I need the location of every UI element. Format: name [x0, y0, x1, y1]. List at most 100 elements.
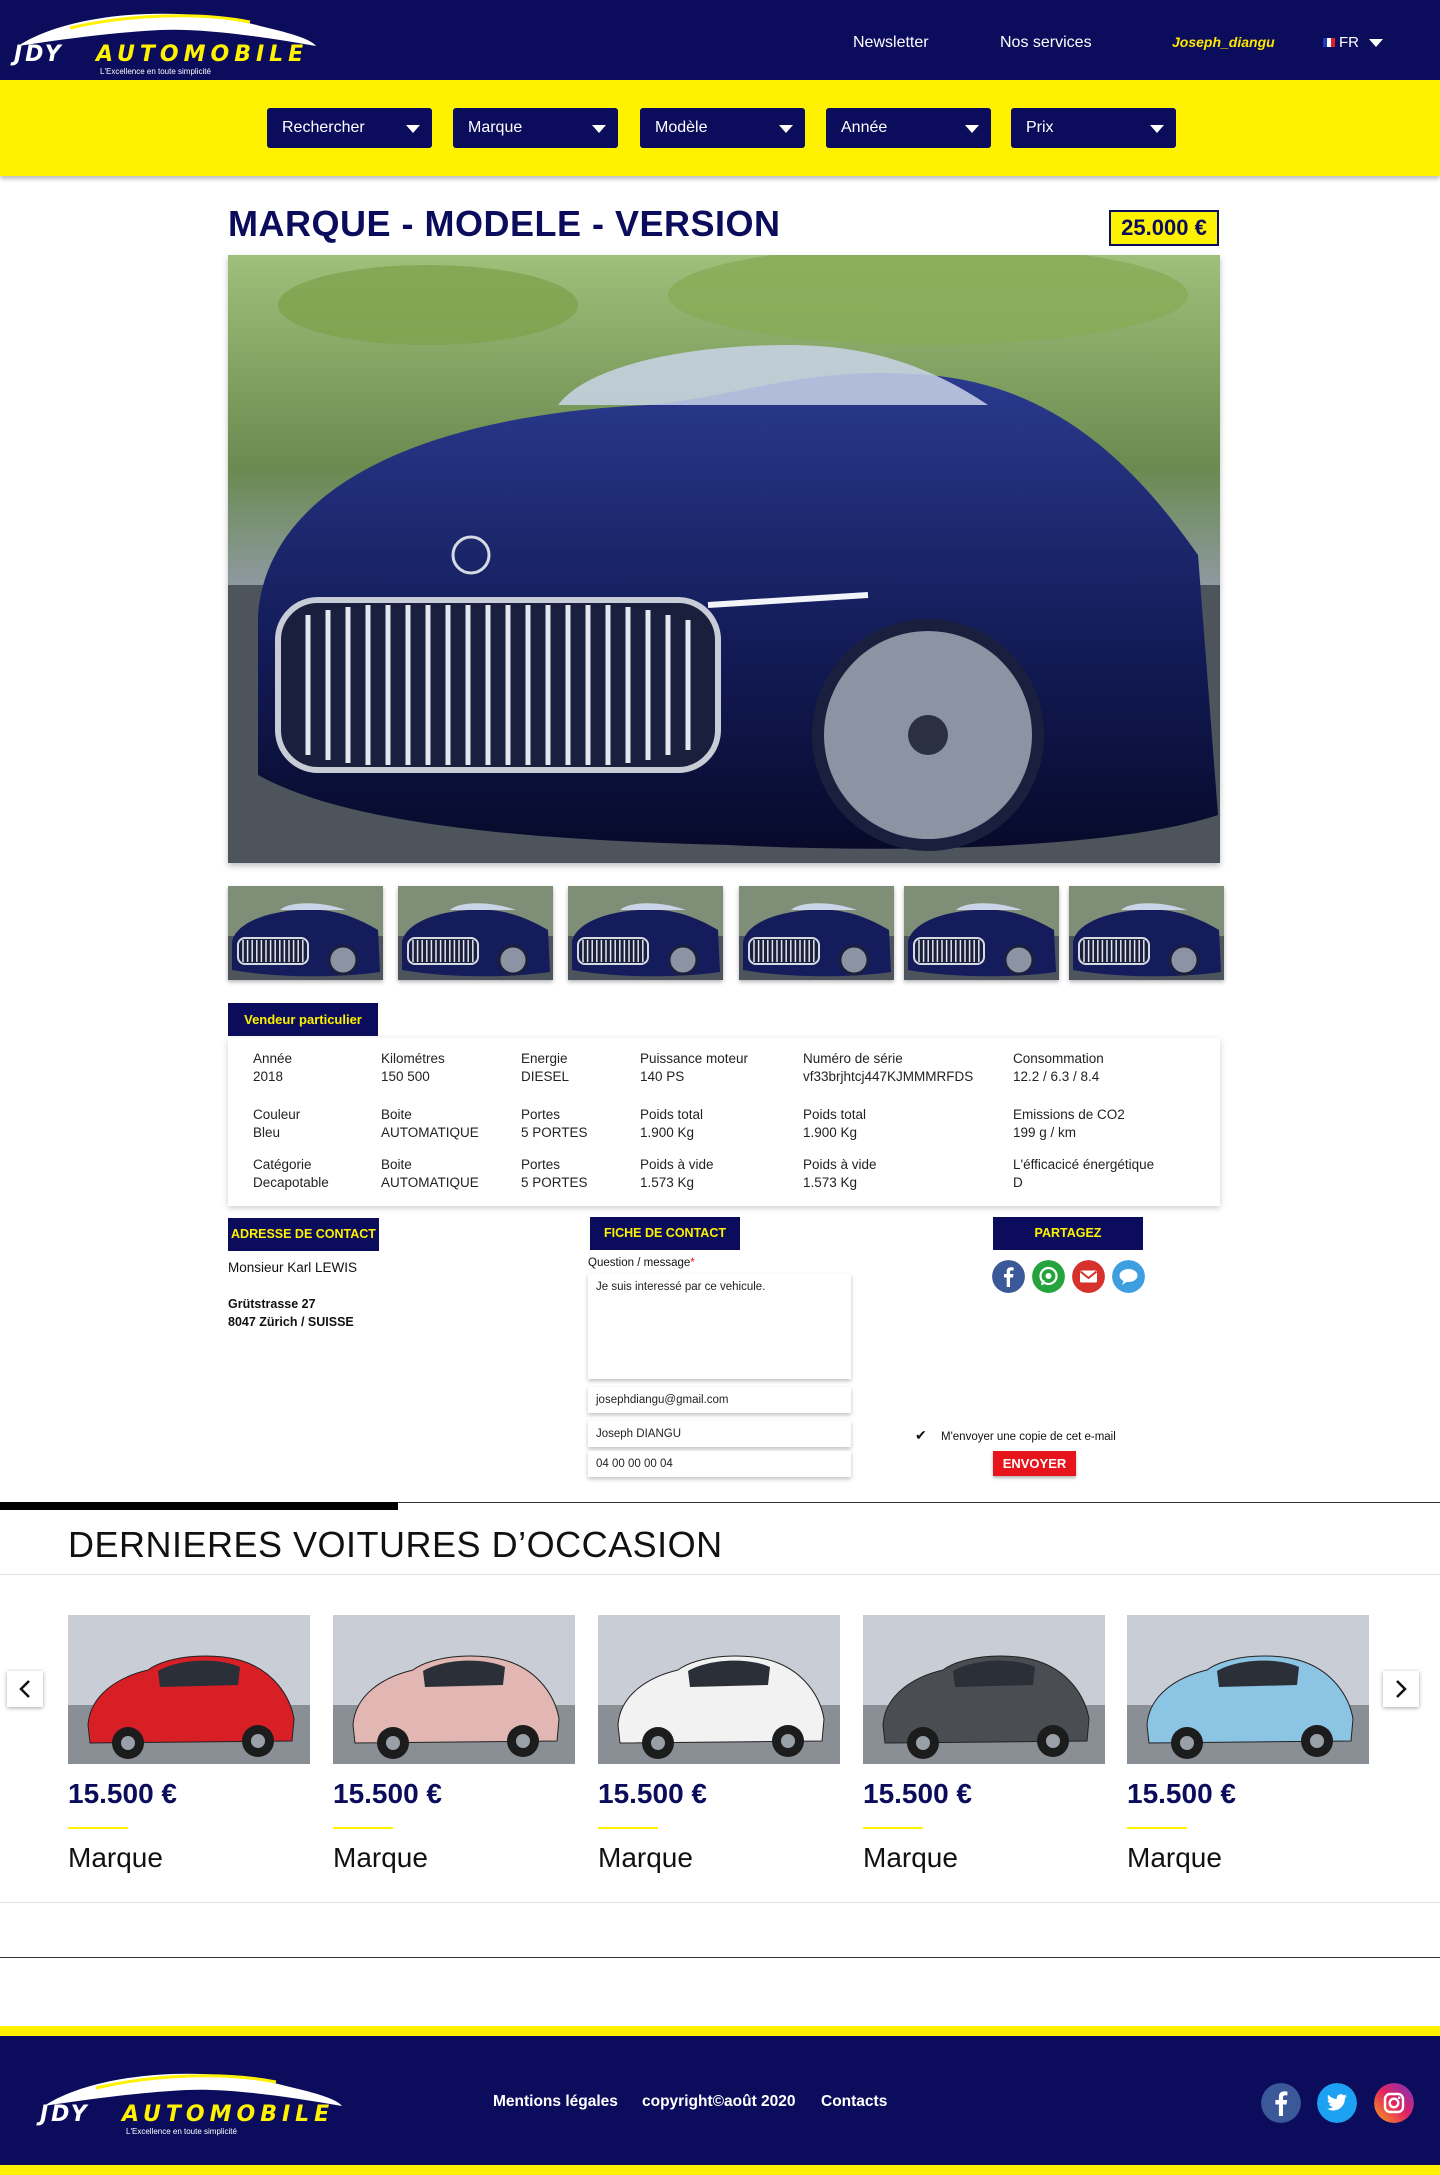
spec-item: Poids total 1.900 Kg	[640, 1106, 703, 1142]
main-car-photo[interactable]	[228, 255, 1220, 863]
car-card-brand[interactable]: Marque	[68, 1842, 163, 1874]
contact-address-heading: ADRESSE DE CONTACT	[228, 1218, 379, 1251]
nav-services[interactable]: Nos services	[1000, 34, 1092, 52]
spec-item: Consommation 12.2 / 6.3 / 8.4	[1013, 1050, 1104, 1086]
phone-field[interactable]: 04 00 00 00 04	[588, 1451, 851, 1477]
car-card-price: 15.500 €	[333, 1778, 442, 1809]
contact-form-heading: FICHE DE CONTACT	[590, 1217, 740, 1250]
car-card-photo[interactable]	[333, 1615, 575, 1764]
spec-item: Année 2018	[253, 1050, 292, 1086]
car-card-photo[interactable]	[1127, 1615, 1369, 1764]
spec-item: Kilométres 150 500	[381, 1050, 445, 1086]
spec-value: 5 PORTES	[521, 1125, 588, 1140]
spec-value: 12.2 / 6.3 / 8.4	[1013, 1069, 1100, 1084]
thumbnail-photo[interactable]	[398, 886, 553, 980]
site-logo[interactable]: JDY AUTOMOBILE L'Excellence en toute sim…	[10, 6, 320, 76]
gmail-icon[interactable]	[1072, 1260, 1105, 1293]
car-card-brand[interactable]: Marque	[598, 1842, 693, 1874]
spec-value: 1.900 Kg	[803, 1125, 858, 1140]
send-button[interactable]: ENVOYER	[993, 1451, 1076, 1476]
chevron-down-icon	[406, 125, 420, 133]
footer-link-contacts[interactable]: Contacts	[821, 2093, 887, 2111]
filter-label: Année	[841, 119, 888, 136]
language-selector[interactable]: FR	[1323, 34, 1383, 51]
spec-item: Portes 5 PORTES	[521, 1106, 588, 1142]
car-card-price: 15.500 €	[1127, 1778, 1236, 1809]
chevron-down-icon	[965, 125, 979, 133]
thumbnail-photo[interactable]	[568, 886, 723, 980]
contact-city: 8047 Zürich / SUISSE	[228, 1315, 354, 1329]
listing-price: 25.000 €	[1109, 210, 1219, 246]
required-mark: *	[690, 1257, 695, 1269]
spec-label: Energie	[521, 1051, 568, 1066]
footer-copyright: copyright©août 2020	[642, 2093, 796, 2110]
spec-value: 150 500	[381, 1069, 430, 1084]
spec-item: Catégorie Decapotable	[253, 1156, 329, 1192]
filter-marque[interactable]: Marque	[453, 108, 618, 148]
spec-value: 199 g / km	[1013, 1125, 1077, 1140]
chevron-left-icon	[19, 1680, 30, 1698]
spec-item: Poids à vide 1.573 Kg	[640, 1156, 714, 1192]
contact-name: Monsieur Karl LEWIS	[228, 1260, 358, 1275]
spec-value: AUTOMATIQUE	[381, 1175, 479, 1190]
spec-label: Poids à vide	[803, 1157, 877, 1172]
nav-newsletter[interactable]: Newsletter	[853, 34, 929, 52]
user-account-link[interactable]: Joseph_diangu	[1172, 34, 1275, 50]
car-card-divider	[333, 1827, 393, 1829]
facebook-icon[interactable]	[1261, 2083, 1301, 2123]
car-card-divider	[863, 1827, 923, 1829]
footer-top-stripe	[0, 2026, 1440, 2036]
name-field[interactable]: Joseph DIANGU	[588, 1421, 851, 1447]
spec-item: Numéro de série vf33brjhtcj447KJMMMRFDS	[803, 1050, 973, 1086]
thumbnail-photo[interactable]	[228, 886, 383, 980]
car-card-brand[interactable]: Marque	[863, 1842, 958, 1874]
filter-rechercher[interactable]: Rechercher	[267, 108, 432, 148]
instagram-icon[interactable]	[1374, 2083, 1414, 2123]
email-field[interactable]: josephdiangu@gmail.com	[588, 1387, 851, 1413]
footer-link-mentions[interactable]: Mentions légales	[493, 2093, 618, 2111]
spec-item: Boite AUTOMATIQUE	[381, 1156, 479, 1192]
filter-prix[interactable]: Prix	[1011, 108, 1176, 148]
carousel-prev-button[interactable]	[7, 1671, 43, 1707]
thumbnail-photo[interactable]	[1069, 886, 1224, 980]
footer-logo[interactable]: JDY AUTOMOBILE L'Excellence en toute sim…	[36, 2066, 346, 2136]
language-label: FR	[1339, 34, 1359, 51]
share-heading: PARTAGEZ	[993, 1217, 1143, 1250]
message-textarea[interactable]: Je suis interessé par ce vehicule.	[588, 1274, 851, 1379]
filter-annee[interactable]: Année	[826, 108, 991, 148]
copy-checkbox[interactable]: ✔	[915, 1428, 929, 1442]
spec-value: 1.573 Kg	[640, 1175, 695, 1190]
car-card-photo[interactable]	[598, 1615, 840, 1764]
filter-label: Modèle	[655, 119, 708, 136]
facebook-icon[interactable]	[992, 1260, 1025, 1293]
spec-value: D	[1013, 1175, 1023, 1190]
recent-cars-heading: DERNIERES VOITURES D’OCCASION	[68, 1524, 723, 1565]
car-card-photo[interactable]	[863, 1615, 1105, 1764]
thumbnail-photo[interactable]	[739, 886, 894, 980]
car-card-divider	[1127, 1827, 1187, 1829]
footer-bottom-stripe	[0, 2165, 1440, 2175]
car-card-brand[interactable]: Marque	[333, 1842, 428, 1874]
thumbnail-photo[interactable]	[904, 886, 1059, 980]
car-card-brand[interactable]: Marque	[1127, 1842, 1222, 1874]
carousel-next-button[interactable]	[1383, 1671, 1419, 1707]
sms-icon[interactable]	[1112, 1260, 1145, 1293]
filter-modele[interactable]: Modèle	[640, 108, 805, 148]
logo-text-right: AUTOMOBILE	[120, 2102, 334, 2127]
spec-label: Poids total	[640, 1107, 704, 1122]
spec-label: Consommation	[1013, 1051, 1104, 1066]
chevron-down-icon	[1150, 125, 1164, 133]
spec-label: Boite	[381, 1107, 412, 1122]
car-card-price: 15.500 €	[598, 1778, 707, 1809]
twitter-icon[interactable]	[1317, 2083, 1357, 2123]
contact-street: Grütstrasse 27	[228, 1297, 316, 1311]
chevron-down-icon	[1369, 38, 1383, 47]
whatsapp-icon[interactable]	[1032, 1260, 1065, 1293]
section-accent-bar	[0, 1502, 398, 1510]
car-card-photo[interactable]	[68, 1615, 310, 1764]
spec-label: Emissions de CO2	[1013, 1107, 1125, 1122]
spec-item: Portes 5 PORTES	[521, 1156, 588, 1192]
logo-tagline: L'Excellence en toute simplicité	[100, 67, 211, 76]
chevron-right-icon	[1396, 1680, 1407, 1698]
seller-type-badge: Vendeur particulier	[228, 1003, 378, 1036]
